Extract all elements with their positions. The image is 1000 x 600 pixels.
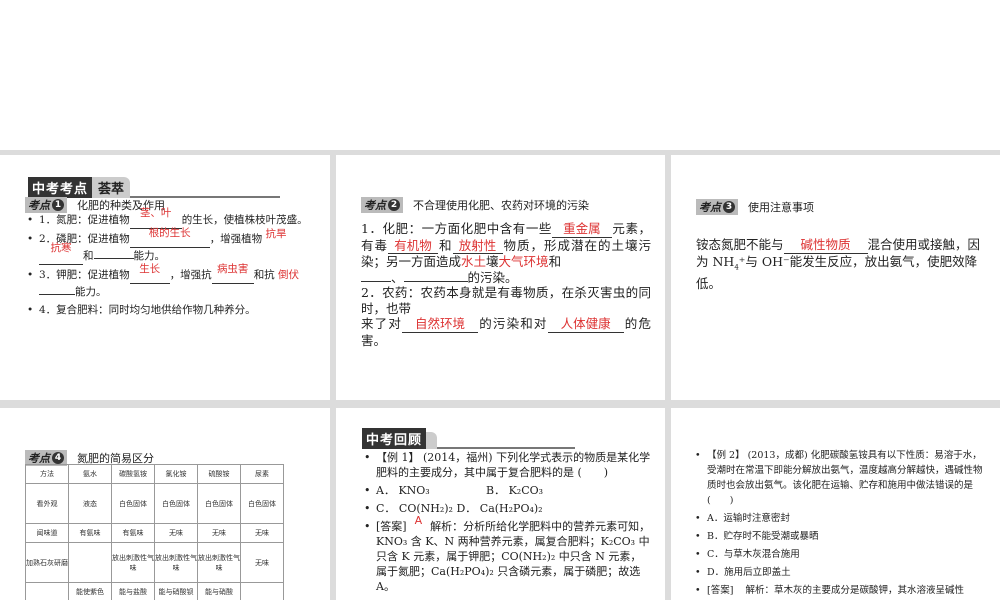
usage-text: 铵态氮肥不能与 碱性物质 混合使用或接触，因为 NH4⁺与 OH⁻能发生反应，放出氨… <box>696 237 981 291</box>
example-2: 【例 2】 (2013，成都) 化肥碳酸氢铵具有以下性质：易溶于水，受潮时在常温… <box>693 448 985 598</box>
kaodian-label: 考点 <box>28 199 50 212</box>
table-cell: 能使紫色 <box>68 582 112 600</box>
option: B．贮存时不能受潮或暴晒 <box>693 529 985 544</box>
nitrogen-fertilizer-table: 方法 氨水 碳酸氢铵 氯化铵 硫酸铵 尿素 看外观 液态 白色固体 白色固体 白色固体 白色固体 闻味道… <box>25 464 284 600</box>
table-cell <box>68 542 112 583</box>
table-cell: 无味 <box>154 523 198 543</box>
list-item: 3．钾肥：促进植物生长，增强抗病虫害和抗 倒伏能力。 <box>25 263 320 300</box>
question: 【例 1】 (2014，福州) 下列化学式表示的物质是某化学肥料的主要成分，其中… <box>362 450 652 480</box>
table-cell: 白色固体 <box>111 483 155 524</box>
table-cell <box>25 582 69 600</box>
table-cell: 闻味道 <box>25 523 69 543</box>
table-cell: 无味 <box>240 542 284 583</box>
table-cell <box>240 582 284 600</box>
option: C．与草木灰混合施用 <box>693 547 985 562</box>
table-cell: 液态 <box>68 483 112 524</box>
kaodian-number: 1 <box>52 199 64 211</box>
table-cell: 硫酸铵 <box>197 464 241 484</box>
list-item: 2．磷肥：促进植物根的生长，增强植物 抗旱抗寒和能力。 <box>25 227 320 265</box>
table-row: 能使紫色 能与盐酸 能与硝酸钡 能与硝酸 <box>25 582 284 600</box>
table-cell: 白色固体 <box>154 483 198 524</box>
table-cell: 白色固体 <box>240 483 284 524</box>
section-banner: 中考考点 荟萃 <box>28 177 281 198</box>
table-cell: 能与硝酸钡 <box>154 582 198 600</box>
fertilizer-list: 1．氮肥：促进植物茎、叶的生长，使植株枝叶茂盛。 2．磷肥：促进植物根的生长，增… <box>25 207 320 318</box>
pollution-text: 1．化肥：一方面化肥中含有一些 重金属 元素，有毒 有机物和放射性 物质，形成潜在的土壤… <box>361 221 651 348</box>
table-row: 加熟石灰研磨 放出刺激性气味 放出刺激性气味 放出刺激性气味 无味 <box>25 542 284 583</box>
slide-4[interactable]: 考点 4 氮肥的简易区分 方法 氨水 碳酸氢铵 氯化铵 硫酸铵 尿素 看外观 液态 白色固体 白色固… <box>0 408 330 600</box>
table-header-row: 方法 氨水 碳酸氢铵 氯化铵 硫酸铵 尿素 <box>25 464 284 484</box>
banner-dark: 中考考点 <box>28 177 93 198</box>
slide-2[interactable]: 考点 2 不合理使用化肥、农药对环境的污染 1．化肥：一方面化肥中含有一些 重金属元… <box>336 155 665 400</box>
table-row: 闻味道 有氨味 有氨味 无味 无味 无味 <box>25 523 284 543</box>
table-cell: 加熟石灰研磨 <box>25 542 69 583</box>
kaodian-heading: 考点 3 使用注意事项 <box>696 199 814 215</box>
table-cell: 氯化铵 <box>154 464 198 484</box>
table-cell: 能与硝酸 <box>197 582 241 600</box>
answer: [答案]A解析：分析所给化学肥料中的营养元素可知，KNO₃ 含 K、N 两种营养… <box>362 514 652 594</box>
table-cell: 方法 <box>25 464 69 484</box>
table-cell: 白色固体 <box>197 483 241 524</box>
section-title: 不合理使用化肥、农药对环境的污染 <box>413 199 589 212</box>
slide-grid: 中考考点 荟萃 考点1 化肥的种类及作用 1．氮肥：促进植物茎、叶的生长，使植株… <box>0 150 1000 600</box>
options-row: A． KNO₃B． K₂CO₃ <box>362 483 652 498</box>
slide-5[interactable]: 中考回顾 【例 1】 (2014，福州) 下列化学式表示的物质是某化学肥料的主要… <box>336 408 665 600</box>
table-cell: 有氨味 <box>68 523 112 543</box>
question: 【例 2】 (2013，成都) 化肥碳酸氢铵具有以下性质：易溶于水，受潮时在常温… <box>693 448 985 508</box>
section-banner: 中考回顾 <box>362 428 575 449</box>
table-cell: 看外观 <box>25 483 69 524</box>
table-cell: 氨水 <box>68 464 112 484</box>
option: D．施用后立即盖土 <box>693 565 985 580</box>
table-row: 看外观 液态 白色固体 白色固体 白色固体 白色固体 <box>25 483 284 524</box>
kaodian-heading: 考点 2 不合理使用化肥、农药对环境的污染 <box>361 197 589 213</box>
slide-1[interactable]: 中考考点 荟萃 考点1 化肥的种类及作用 1．氮肥：促进植物茎、叶的生长，使植株… <box>0 155 330 400</box>
answer: [答案] 解析：草木灰的主要成分是碳酸钾，其水溶液呈碱性 <box>693 583 985 598</box>
section-title: 使用注意事项 <box>748 201 814 214</box>
table-cell: 放出刺激性气味 <box>197 542 241 583</box>
table-cell: 有氨味 <box>111 523 155 543</box>
table-cell: 无味 <box>197 523 241 543</box>
example-1: 【例 1】 (2014，福州) 下列化学式表示的物质是某化学肥料的主要成分，其中… <box>362 450 652 594</box>
options-row: C． CO(NH₂)₂ D． Ca(H₂PO₄)₂ <box>362 501 652 516</box>
table-cell: 放出刺激性气味 <box>111 542 155 583</box>
slide-6[interactable]: 【例 2】 (2013，成都) 化肥碳酸氢铵具有以下性质：易溶于水，受潮时在常温… <box>671 408 1000 600</box>
table-cell: 尿素 <box>240 464 284 484</box>
banner-light: 荟萃 <box>92 177 131 198</box>
table-cell: 碳酸氢铵 <box>111 464 155 484</box>
slide-3[interactable]: 考点 3 使用注意事项 铵态氮肥不能与 碱性物质 混合使用或接触，因为 NH4⁺与 O… <box>671 155 1000 400</box>
table-cell: 无味 <box>240 523 284 543</box>
table-cell: 放出刺激性气味 <box>154 542 198 583</box>
option: A．运输时注意密封 <box>693 511 985 526</box>
list-item: 4．复合肥料：同时均匀地供给作物几种养分。 <box>25 302 320 318</box>
table-cell: 能与盐酸 <box>111 582 155 600</box>
